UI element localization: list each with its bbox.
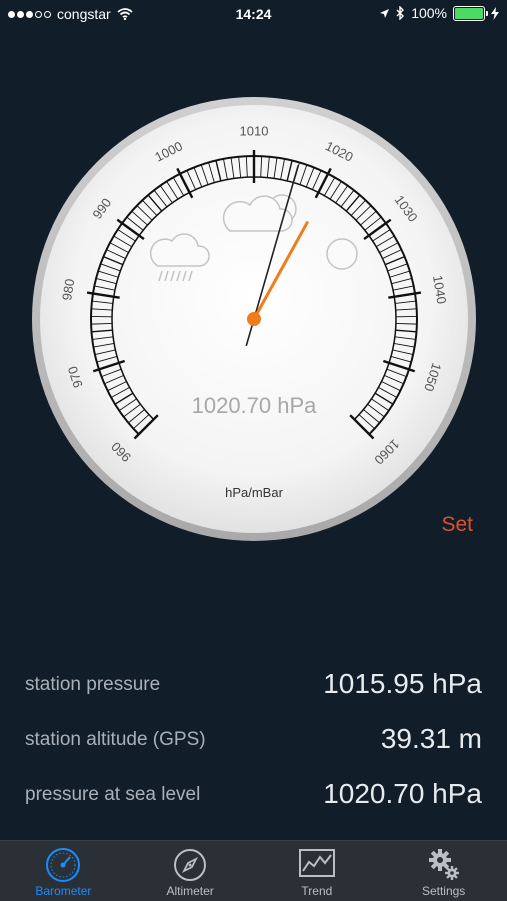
tab-trend[interactable]: Trend xyxy=(254,841,381,901)
location-arrow-icon xyxy=(379,8,390,19)
tab-label: Altimeter xyxy=(127,884,254,898)
barometer-gauge: 9609709809901000101010201030104010501060… xyxy=(30,95,478,543)
tab-label: Trend xyxy=(254,884,381,898)
reading-row-station-altitude: station altitude (GPS) 39.31 m xyxy=(25,715,482,755)
bluetooth-icon xyxy=(396,6,405,20)
reading-row-sea-level-pressure: pressure at sea level 1020.70 hPa xyxy=(25,770,482,810)
reading-row-station-pressure: station pressure 1015.95 hPa xyxy=(25,660,482,700)
compass-icon xyxy=(172,847,208,883)
gauge-unit-label: hPa/mBar xyxy=(225,485,283,500)
battery-icon xyxy=(453,6,485,21)
reading-value: 1015.95 hPa xyxy=(323,668,482,700)
reading-label: pressure at sea level xyxy=(25,784,200,806)
reading-value: 39.31 m xyxy=(381,723,482,755)
tab-altimeter[interactable]: Altimeter xyxy=(127,841,254,901)
status-right: 100% xyxy=(379,5,499,21)
tab-label: Barometer xyxy=(0,884,127,898)
tab-label: Settings xyxy=(380,884,507,898)
set-button[interactable]: Set xyxy=(441,513,473,537)
status-bar: congstar 14:24 100% xyxy=(0,0,507,28)
charging-bolt-icon xyxy=(491,7,499,20)
trend-chart-icon xyxy=(298,847,336,879)
gears-icon xyxy=(426,847,462,883)
reading-label: station pressure xyxy=(25,674,160,696)
tab-settings[interactable]: Settings xyxy=(380,841,507,901)
reading-label: station altitude (GPS) xyxy=(25,729,206,751)
tab-barometer[interactable]: Barometer xyxy=(0,841,127,901)
reading-value: 1020.70 hPa xyxy=(323,778,482,810)
gauge-readout: 1020.70 hPa xyxy=(192,393,318,418)
tick-label: 1010 xyxy=(240,124,269,139)
sun-icon xyxy=(327,239,357,269)
needle-hub xyxy=(247,312,261,326)
gauge-icon xyxy=(45,847,81,883)
battery-percent: 100% xyxy=(411,5,447,21)
tab-bar: Barometer Altimeter Trend xyxy=(0,840,507,901)
